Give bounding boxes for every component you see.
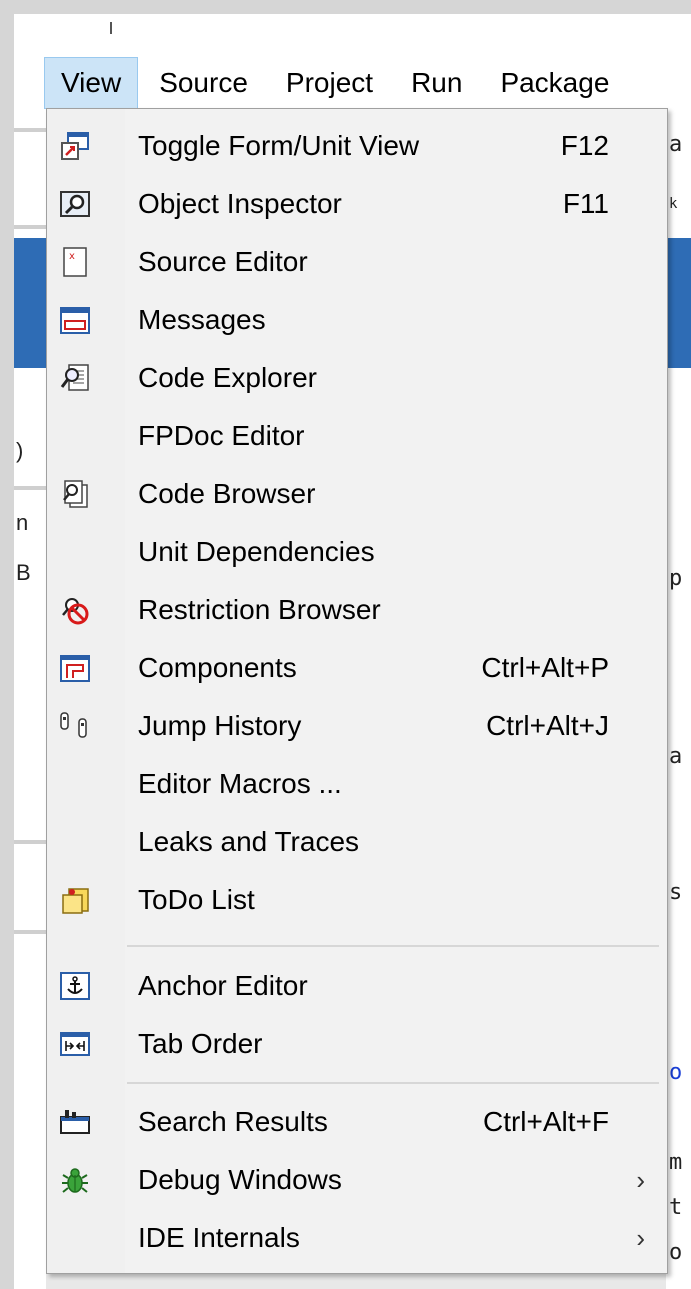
submenu-arrow-icon: ›: [636, 1223, 645, 1253]
background-strip: [14, 486, 46, 490]
background-text: ): [16, 438, 24, 463]
background-text: k: [669, 196, 678, 212]
anchor-icon: [59, 970, 91, 1002]
menubar-source[interactable]: Source: [142, 57, 265, 109]
menubar-project[interactable]: Project: [269, 57, 390, 109]
menu-item-source-editor[interactable]: x Source Editor: [47, 233, 667, 291]
menu-item-tab-order[interactable]: Tab Order: [47, 1015, 667, 1073]
background-strip: [14, 128, 46, 132]
background-text: m: [669, 1150, 683, 1175]
menu-item-messages[interactable]: Messages: [47, 291, 667, 349]
menu-item-label: Source Editor: [138, 246, 308, 277]
menu-item-search-results[interactable]: Search Results Ctrl+Alt+F: [47, 1093, 667, 1151]
background-text: n: [16, 510, 29, 535]
background-blue-bar-left: [14, 238, 46, 368]
menu-item-label: Jump History: [138, 710, 302, 741]
menu-item-code-browser[interactable]: Code Browser: [47, 465, 667, 523]
menu-item-fpdoc-editor[interactable]: FPDoc Editor: [47, 407, 667, 465]
menu-item-label: Restriction Browser: [138, 594, 381, 625]
menu-item-jump-history[interactable]: Jump History Ctrl+Alt+J: [47, 697, 667, 755]
menubar-package[interactable]: Package: [483, 57, 626, 109]
background-text: o: [669, 1060, 683, 1085]
bug-icon: [59, 1164, 91, 1196]
menu-item-label: Messages: [138, 304, 266, 335]
menu-item-label: Object Inspector: [138, 188, 342, 219]
menu-item-editor-macros[interactable]: Editor Macros ...: [47, 755, 667, 813]
menu-item-label: FPDoc Editor: [138, 420, 305, 451]
object-inspector-icon: [59, 188, 91, 220]
background-text: a: [669, 744, 683, 769]
menu-item-label: Editor Macros ...: [138, 768, 342, 799]
menu-item-label: Components: [138, 652, 297, 683]
menu-item-label: Code Browser: [138, 478, 316, 509]
menu-item-shortcut: F11: [562, 188, 609, 219]
menu-item-toggle-form-unit-view[interactable]: Toggle Form/Unit View F12: [47, 117, 667, 175]
menu-item-restriction-browser[interactable]: Restriction Browser: [47, 581, 667, 639]
title-tick: [110, 22, 112, 34]
background-text: t: [669, 1195, 683, 1220]
menu-item-label: IDE Internals: [138, 1222, 300, 1253]
menu-item-components[interactable]: Components Ctrl+Alt+P: [47, 639, 667, 697]
svg-text:x: x: [69, 251, 75, 262]
menu-item-label: Toggle Form/Unit View: [138, 130, 420, 161]
menu-item-label: Code Explorer: [138, 362, 317, 393]
menu-item-shortcut: Ctrl+Alt+F: [482, 1106, 609, 1137]
menu-item-anchor-editor[interactable]: Anchor Editor: [47, 957, 667, 1015]
tab-order-icon: [59, 1028, 91, 1060]
toggle-form-unit-icon: [59, 130, 91, 162]
title-bar: [14, 14, 691, 54]
menu-item-label: Tab Order: [138, 1028, 263, 1059]
menu-separator: [127, 945, 659, 947]
background-bottom-strip: [46, 1272, 666, 1289]
menu-item-todo-list[interactable]: ToDo List: [47, 871, 667, 929]
menu-item-code-explorer[interactable]: Code Explorer: [47, 349, 667, 407]
menu-item-shortcut: Ctrl+Alt+P: [481, 652, 609, 683]
menu-item-label: Anchor Editor: [138, 970, 308, 1001]
view-menu-dropdown: Toggle Form/Unit View F12 Object Inspect…: [46, 108, 668, 1274]
menu-item-label: Leaks and Traces: [138, 826, 360, 857]
background-strip: [14, 840, 46, 844]
menubar-run[interactable]: Run: [394, 57, 479, 109]
menu-item-leaks-and-traces[interactable]: Leaks and Traces: [47, 813, 667, 871]
background-blue-bar-right: [666, 238, 691, 368]
menu-item-object-inspector[interactable]: Object Inspector F11: [47, 175, 667, 233]
code-browser-icon: [59, 478, 91, 510]
messages-icon: [59, 304, 91, 336]
menubar: View Source Project Run Package: [14, 54, 691, 112]
menu-item-label: Unit Dependencies: [138, 536, 375, 567]
source-editor-icon: x: [59, 246, 91, 278]
background-text: o: [669, 1240, 683, 1265]
menu-item-shortcut: Ctrl+Alt+J: [486, 710, 609, 741]
menu-item-label: Search Results: [138, 1106, 328, 1137]
submenu-arrow-icon: ›: [636, 1165, 645, 1195]
search-results-icon: [59, 1106, 91, 1138]
jump-history-icon: [59, 710, 91, 742]
background-strip: [14, 225, 46, 229]
background-text: B: [16, 560, 31, 585]
code-explorer-icon: [59, 362, 91, 394]
menubar-view[interactable]: View: [44, 57, 139, 109]
menu-item-ide-internals[interactable]: IDE Internals ›: [47, 1209, 667, 1267]
menu-item-label: Debug Windows: [138, 1164, 342, 1195]
menu-item-shortcut: F12: [560, 130, 609, 161]
menu-item-label: ToDo List: [138, 884, 255, 915]
background-text: p: [669, 566, 683, 591]
menu-separator: [127, 1082, 659, 1084]
menu-item-unit-dependencies[interactable]: Unit Dependencies: [47, 523, 667, 581]
todo-list-icon: [59, 884, 91, 916]
background-strip: [14, 930, 46, 934]
background-text: s: [669, 880, 683, 905]
background-text: a: [669, 132, 683, 157]
menu-item-debug-windows[interactable]: Debug Windows ›: [47, 1151, 667, 1209]
restriction-browser-icon: [59, 594, 91, 626]
components-icon: [59, 652, 91, 684]
